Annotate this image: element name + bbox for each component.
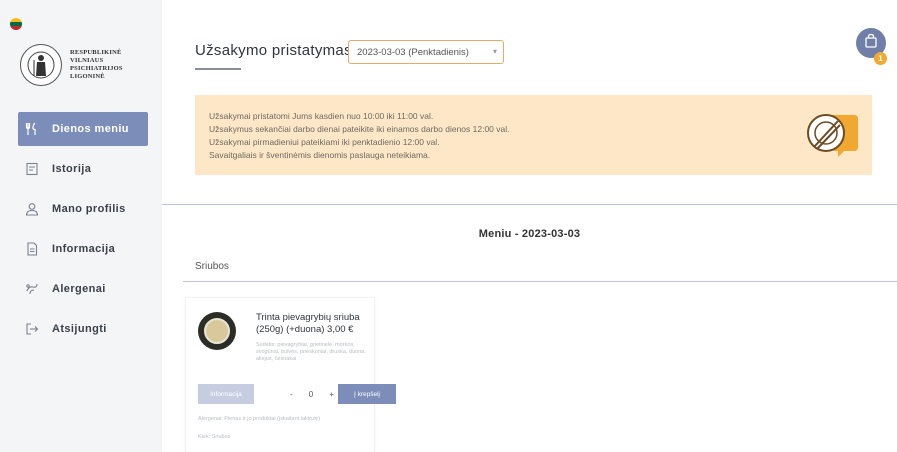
sidebar-item-label: Dienos meniu	[52, 123, 129, 135]
banner-line: Užsakymus sekančiai darbo dienai pateiki…	[209, 124, 510, 134]
sidebar-item-label: Istorija	[52, 163, 92, 175]
sidebar-item-istorija[interactable]: Istorija	[18, 152, 148, 186]
sidebar-item-atsijungti[interactable]: Atsijungti	[18, 312, 148, 346]
shopping-bag-icon	[864, 33, 878, 54]
info-button[interactable]: Informacija	[198, 384, 254, 404]
history-icon	[24, 161, 40, 177]
product-card: Trinta pievagrybių sriuba (250g) (+duona…	[185, 297, 396, 452]
soup-dish-image	[198, 312, 236, 350]
sidebar-item-label: Mano profilis	[52, 203, 126, 215]
sidebar-item-mano-profilis[interactable]: Mano profilis	[18, 192, 148, 226]
delivery-date-select[interactable]: 2023-03-03 (Penktadienis) ▾	[348, 40, 504, 64]
allergen-note: Alergenai: Pienas ir jo produktai (įskai…	[198, 416, 320, 422]
delivery-date-value: 2023-03-03 (Penktadienis)	[357, 46, 469, 58]
decrease-button[interactable]: -	[290, 390, 293, 399]
sidebar: RESPUBLIKINĖ VILNIAUS PSICHIATRIJOS LIGO…	[0, 0, 162, 452]
cutlery-icon	[24, 121, 40, 137]
lithuania-flag-icon[interactable]	[10, 18, 22, 30]
hospital-name: RESPUBLIKINĖ VILNIAUS PSICHIATRIJOS LIGO…	[70, 49, 123, 80]
delivery-info-banner: Užsakymai pristatomi Jums kasdien nuo 10…	[195, 95, 872, 175]
sidebar-item-label: Atsijungti	[52, 323, 107, 335]
product-description: Sudėtis: pievagrybiai, grietinėlė, morko…	[256, 342, 366, 362]
increase-button[interactable]: +	[329, 390, 334, 399]
product-name: Trinta pievagrybių sriuba (250g) (+duona…	[256, 312, 360, 335]
allergen-icon	[24, 281, 40, 297]
logout-icon	[24, 321, 40, 337]
section-divider	[162, 204, 897, 205]
banner-line: Užsakymai pristatomi Jums kasdien nuo 10…	[209, 111, 434, 121]
chevron-down-icon: ▾	[492, 47, 497, 56]
plate-cutlery-icon	[804, 107, 860, 159]
sidebar-item-alergenai[interactable]: Alergenai	[18, 272, 148, 306]
banner-line: Užsakymai pirmadieniui pateikiami iki pe…	[209, 137, 440, 147]
quantity-value: 0	[308, 389, 314, 399]
sidebar-item-label: Alergenai	[52, 283, 106, 295]
hospital-emblem-icon	[20, 44, 62, 86]
cart-count-badge: 1	[874, 52, 887, 65]
quantity-stepper: - 0 +	[290, 384, 334, 404]
product-price: 3,00 €	[327, 324, 354, 335]
menu-heading: Meniu - 2023-03-03	[478, 228, 581, 240]
add-to-cart-button[interactable]: Į krepšelį	[338, 384, 396, 404]
page-title: Užsakymo pristatymas	[195, 42, 352, 59]
user-icon	[24, 201, 40, 217]
category-divider	[183, 281, 897, 282]
sidebar-item-dienos-meniu[interactable]: Dienos meniu	[18, 112, 148, 146]
title-underline	[195, 68, 241, 70]
type-note: Kiek: Sriubos	[198, 434, 231, 440]
sidebar-item-label: Informacija	[52, 243, 116, 255]
banner-line: Savaitgaliais ir šventinėmis dienomis pa…	[209, 150, 431, 160]
hospital-logo: RESPUBLIKINĖ VILNIAUS PSICHIATRIJOS LIGO…	[20, 30, 148, 100]
document-icon	[24, 241, 40, 257]
category-title: Sriubos	[195, 261, 229, 272]
